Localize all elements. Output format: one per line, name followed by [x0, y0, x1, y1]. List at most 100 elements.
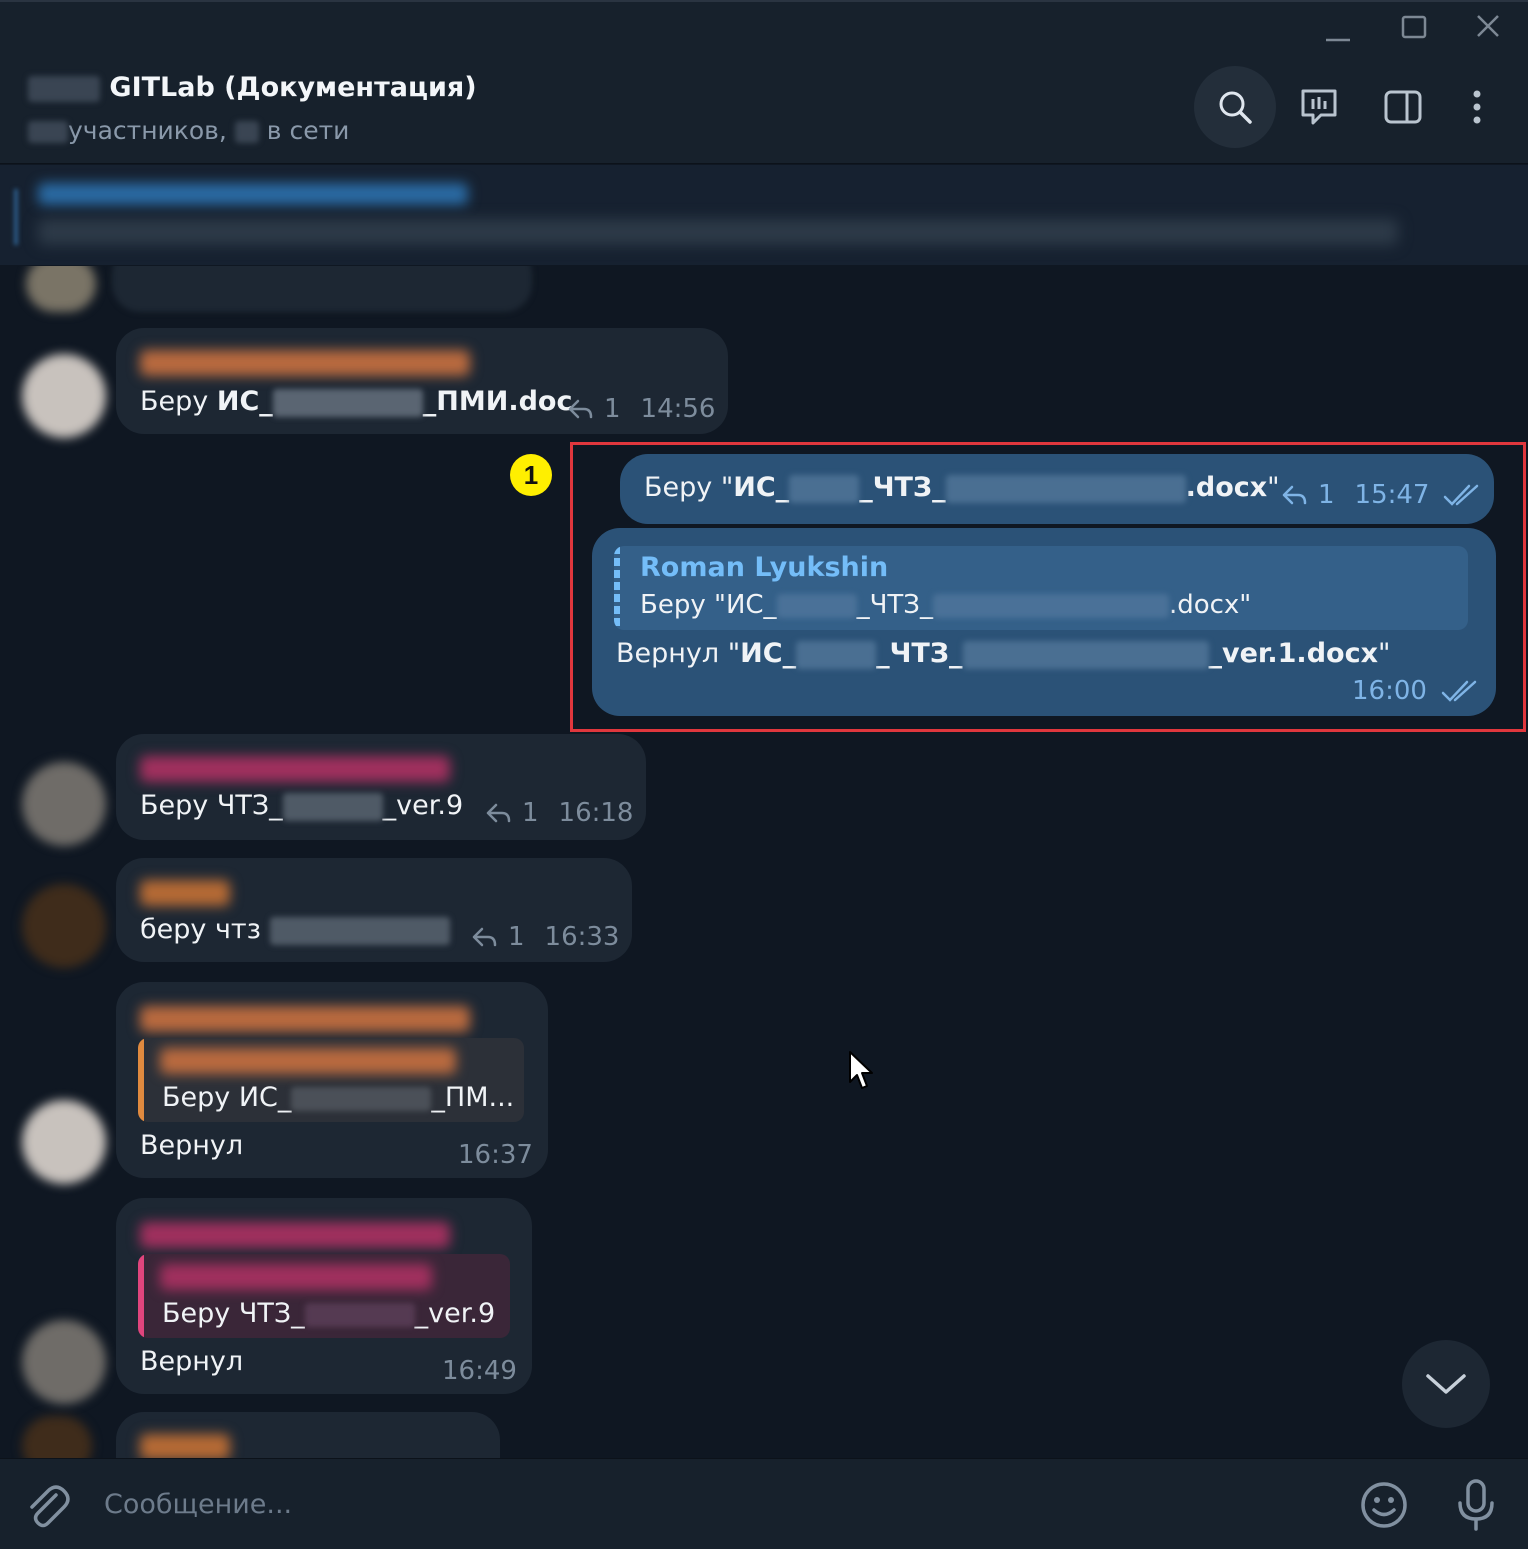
reply-text: Беру ИС_ _ПМ... — [162, 1082, 514, 1113]
chat-title: GITLab (Документация) — [109, 72, 477, 103]
reply-count[interactable]: 1 — [508, 922, 525, 952]
text-part: Беру ЧТЗ_ — [162, 1298, 305, 1329]
text-part: Беру "ИС_ — [640, 590, 777, 620]
message-bubble[interactable]: Беру ЧТЗ_ _ver.9 Вернул 16:49 — [116, 1198, 532, 1394]
message-bubble[interactable]: Беру ЧТЗ_ _ver.9 1 16:18 — [116, 734, 646, 840]
redacted-text — [304, 1302, 415, 1327]
pinned-text-redacted — [38, 219, 1398, 245]
emoji-button[interactable] — [1358, 1479, 1410, 1535]
text-part: ИС_ — [216, 386, 273, 417]
avatar[interactable] — [22, 884, 106, 968]
chat-subtitle: участников, в сети — [28, 116, 349, 145]
redacted-text — [945, 474, 1186, 503]
text-part: Беру ЧТЗ_ — [140, 790, 283, 821]
text-part: Вернул " — [616, 638, 741, 669]
reply-quote[interactable]: Roman Lyukshin Беру "ИС_ _ЧТЗ_ .docx" — [614, 546, 1468, 630]
online-label: в сети — [266, 116, 350, 145]
text-part: " — [1378, 638, 1391, 669]
message-bubble[interactable]: Беру ИС_ _ПМ... Вернул 16:37 — [116, 982, 548, 1178]
text-part: _ПМ... — [431, 1082, 515, 1113]
sender-name-redacted — [140, 1222, 450, 1248]
text-part: _ver.9 — [382, 790, 464, 821]
reply-arrow-icon — [1282, 485, 1307, 505]
message-bubble-outgoing[interactable]: Roman Lyukshin Беру "ИС_ _ЧТЗ_ .docx" Верн… — [592, 528, 1496, 716]
more-button[interactable] — [1436, 66, 1518, 148]
reply-count[interactable]: 1 — [604, 394, 621, 424]
text-part: .docx — [1185, 472, 1268, 503]
close-button[interactable] — [1468, 10, 1508, 46]
quote-bar — [614, 546, 620, 630]
maximize-icon — [1401, 15, 1427, 39]
chat-title-row[interactable]: GITLab (Документация) — [28, 72, 477, 103]
message-meta: 16:49 — [442, 1356, 517, 1386]
text-part: Беру ИС_ — [162, 1082, 292, 1113]
avatar[interactable] — [22, 1320, 106, 1404]
text-part: _ЧТЗ_ — [876, 638, 963, 669]
pinned-message-bar[interactable] — [0, 165, 1528, 265]
text-part: _ЧТЗ_ — [856, 590, 933, 620]
reply-text: Беру "ИС_ _ЧТЗ_ .docx" — [640, 590, 1251, 620]
message-list[interactable]: Беру ИС_ _ПМИ.doc 1 14:56 1 Беру "ИС_ _ЧТЗ… — [0, 266, 1528, 1458]
sender-name-redacted — [140, 880, 230, 906]
pinned-title-redacted — [38, 183, 468, 205]
sidebar-toggle-button[interactable] — [1362, 66, 1444, 148]
quote-bar — [138, 1254, 144, 1338]
pinned-indicator — [14, 189, 18, 245]
more-vertical-icon — [1473, 90, 1481, 124]
message-bubble-partial[interactable] — [116, 1412, 500, 1458]
search-button[interactable] — [1194, 66, 1276, 148]
avatar[interactable] — [22, 1100, 106, 1184]
message-text: Вернул "ИС_ _ЧТЗ_ _ver.1.docx" — [616, 638, 1390, 669]
message-time: 15:47 — [1354, 480, 1430, 510]
chevron-down-icon — [1426, 1374, 1466, 1394]
message-time: 16:49 — [442, 1356, 517, 1386]
message-bubble[interactable]: Беру ИС_ _ПМИ.doc 1 14:56 — [116, 328, 728, 434]
reply-count[interactable]: 1 — [522, 798, 539, 828]
message-time: 14:56 — [640, 394, 716, 424]
message-meta: 1 16:33 — [470, 922, 619, 952]
avatar[interactable] — [26, 266, 96, 312]
maximize-button[interactable] — [1394, 10, 1434, 46]
redacted-text — [269, 916, 450, 945]
avatar[interactable] — [22, 1416, 92, 1458]
message-text: Вернул — [140, 1346, 244, 1377]
scroll-to-bottom-button[interactable] — [1402, 1340, 1490, 1428]
redacted-text — [962, 640, 1209, 669]
avatar[interactable] — [22, 762, 106, 846]
reply-quote[interactable]: Беру ИС_ _ПМ... — [138, 1038, 524, 1122]
message-text: Беру ЧТЗ_ _ver.9 — [140, 790, 463, 821]
quote-author-redacted — [160, 1264, 432, 1290]
message-meta: 1 16:18 — [484, 798, 633, 828]
double-check-icon — [1441, 680, 1477, 702]
double-check-icon — [1444, 484, 1479, 506]
message-meta: 1 15:47 — [1280, 480, 1483, 510]
message-text: Вернул — [140, 1130, 244, 1161]
reply-author: Roman Lyukshin — [640, 552, 889, 583]
chat-header: GITLab (Документация) участников, в сети — [0, 52, 1528, 164]
message-composer — [0, 1458, 1528, 1549]
attach-button[interactable] — [22, 1481, 72, 1535]
sender-name-redacted — [140, 350, 470, 376]
close-icon — [1477, 15, 1499, 37]
message-bubble-outgoing[interactable]: Беру "ИС_ _ЧТЗ_ .docx" 1 15:47 — [620, 454, 1494, 524]
redacted-text — [282, 792, 383, 821]
message-text: Беру ИС_ _ПМИ.doc — [140, 386, 572, 417]
attach-icon — [30, 1485, 70, 1528]
microphone-button[interactable] — [1452, 1477, 1500, 1535]
minimize-button[interactable] — [1318, 10, 1358, 46]
redacted-text — [776, 593, 857, 618]
text-part: ИС_ — [740, 638, 797, 669]
text-part: " — [1267, 472, 1280, 503]
polls-button[interactable] — [1278, 66, 1360, 148]
message-meta: 16:00 — [1352, 676, 1481, 706]
message-input[interactable] — [104, 1477, 1324, 1531]
reply-quote[interactable]: Беру ЧТЗ_ _ver.9 — [138, 1254, 510, 1338]
avatar[interactable] — [22, 354, 106, 438]
reply-arrow-icon — [472, 927, 497, 947]
text-part: _ПМИ.doc — [422, 386, 573, 417]
text-part: .docx" — [1168, 590, 1252, 620]
reply-count[interactable]: 1 — [1318, 480, 1335, 510]
message-bubble-partial[interactable] — [112, 266, 532, 312]
window-titlebar — [0, 0, 1528, 52]
message-bubble[interactable]: беру чтз 1 16:33 — [116, 858, 632, 962]
